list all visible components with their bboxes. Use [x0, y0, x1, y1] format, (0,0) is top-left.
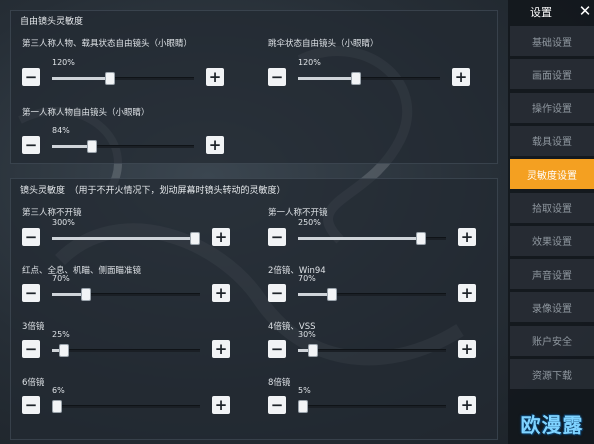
slider-value: 5%	[298, 386, 311, 395]
slider-label: 2倍镜、Win94	[268, 266, 326, 276]
increase-button[interactable]: +	[212, 340, 230, 358]
slider-value: 300%	[52, 218, 75, 227]
sidebar-menu-item[interactable]: 声音设置	[510, 259, 594, 290]
increase-button[interactable]: +	[452, 68, 470, 86]
decrease-button[interactable]: −	[22, 228, 40, 246]
slider-thumb[interactable]	[58, 344, 69, 357]
slider-track[interactable]	[52, 288, 200, 301]
slider-fill	[298, 77, 357, 80]
sidebar-menu-item[interactable]: 资源下载	[510, 359, 594, 389]
decrease-button[interactable]: −	[268, 284, 286, 302]
settings-sidebar: 设置 ✕ 基础设置 画面设置 操作设置 载具设置 灵敏度设置 拾取设置 效果设置 声音设置 录像…	[508, 0, 594, 444]
sidebar-menu-item[interactable]: 录像设置	[510, 292, 594, 323]
increase-button[interactable]: +	[458, 396, 476, 414]
slider-thumb[interactable]	[307, 344, 318, 357]
slider-value: 30%	[298, 330, 316, 339]
slider-thumb[interactable]	[86, 140, 97, 153]
sidebar-menu-item[interactable]: 效果设置	[510, 225, 594, 256]
decrease-button[interactable]: −	[268, 228, 286, 246]
slider-value: 25%	[52, 330, 70, 339]
slider-label: 第三人称不开镜	[22, 208, 82, 218]
free-camera-title: 自由镜头灵敏度	[20, 17, 84, 27]
slider-label: 8倍镜	[268, 378, 291, 388]
decrease-button[interactable]: −	[22, 396, 40, 414]
slider-thumb[interactable]	[351, 72, 362, 85]
increase-button[interactable]: +	[206, 68, 224, 86]
increase-button[interactable]: +	[212, 284, 230, 302]
slider-value: 70%	[298, 274, 316, 283]
slider-track[interactable]	[298, 72, 440, 85]
sidebar-menu-item[interactable]: 基础设置	[510, 26, 594, 56]
increase-button[interactable]: +	[458, 340, 476, 358]
decrease-button[interactable]: −	[22, 284, 40, 302]
sidebar-menu-item[interactable]: 操作设置	[510, 92, 594, 123]
slider-label: 跳伞状态自由镜头（小眼睛）	[268, 39, 379, 49]
slider-thumb[interactable]	[298, 400, 308, 413]
slider-track[interactable]	[52, 400, 200, 413]
slider-label: 红点、全息、机瞄、侧面瞄准镜	[22, 266, 142, 276]
slider-track[interactable]	[52, 140, 194, 153]
slider-track[interactable]	[52, 232, 200, 245]
slider-thumb[interactable]	[105, 72, 116, 85]
slider-track[interactable]	[298, 232, 446, 245]
slider-label: 第三人称人物、载具状态自由镜头（小眼睛）	[22, 39, 193, 49]
increase-button[interactable]: +	[212, 228, 230, 246]
increase-button[interactable]: +	[206, 136, 224, 154]
increase-button[interactable]: +	[212, 396, 230, 414]
decrease-button[interactable]: −	[22, 136, 40, 154]
slider-track[interactable]	[298, 344, 446, 357]
sidebar-header: 设置 ✕	[508, 0, 594, 24]
slider-value: 84%	[52, 126, 70, 135]
sidebar-menu-item[interactable]: 载具设置	[510, 125, 594, 156]
slider-label: 第一人称人物自由镜头（小眼睛）	[22, 108, 150, 118]
decrease-button[interactable]: −	[22, 68, 40, 86]
slider-fill	[52, 145, 92, 148]
slider-label: 3倍镜	[22, 322, 45, 332]
slider-value: 250%	[298, 218, 321, 227]
decrease-button[interactable]: −	[22, 340, 40, 358]
settings-title: 设置	[530, 6, 552, 19]
slider-value: 120%	[298, 58, 321, 67]
free-camera-panel	[10, 10, 498, 164]
slider-thumb[interactable]	[81, 288, 92, 301]
watermark-logo: 欧漫露	[520, 412, 584, 437]
sidebar-menu-item[interactable]: 画面设置	[510, 59, 594, 90]
slider-value: 70%	[52, 274, 70, 283]
slider-track[interactable]	[298, 288, 446, 301]
increase-button[interactable]: +	[458, 284, 476, 302]
slider-label: 第一人称不开镜	[268, 208, 328, 218]
slider-value: 6%	[52, 386, 65, 395]
sidebar-menu-item[interactable]: 拾取设置	[510, 192, 594, 223]
close-icon[interactable]: ✕	[576, 2, 594, 20]
sidebar-menu-item[interactable]: 账户安全	[510, 325, 594, 356]
slider-label: 6倍镜	[22, 378, 45, 388]
slider-fill	[52, 77, 111, 80]
slider-track[interactable]	[52, 72, 194, 85]
slider-thumb[interactable]	[52, 400, 62, 413]
slider-value: 120%	[52, 58, 75, 67]
slider-thumb[interactable]	[190, 232, 200, 245]
decrease-button[interactable]: −	[268, 396, 286, 414]
camera-sensitivity-title: 镜头灵敏度 （用于不开火情况下，划动屏幕时镜头转动的灵敏度）	[20, 186, 286, 196]
slider-thumb[interactable]	[415, 232, 426, 245]
camera-sensitivity-panel	[10, 178, 498, 440]
increase-button[interactable]: +	[458, 228, 476, 246]
slider-track[interactable]	[298, 400, 446, 413]
sidebar-menu-item[interactable]: 灵敏度设置	[510, 159, 594, 190]
slider-thumb[interactable]	[327, 288, 338, 301]
decrease-button[interactable]: −	[268, 340, 286, 358]
decrease-button[interactable]: −	[268, 68, 286, 86]
slider-fill	[298, 237, 421, 240]
slider-fill	[52, 237, 200, 240]
slider-track[interactable]	[52, 344, 200, 357]
